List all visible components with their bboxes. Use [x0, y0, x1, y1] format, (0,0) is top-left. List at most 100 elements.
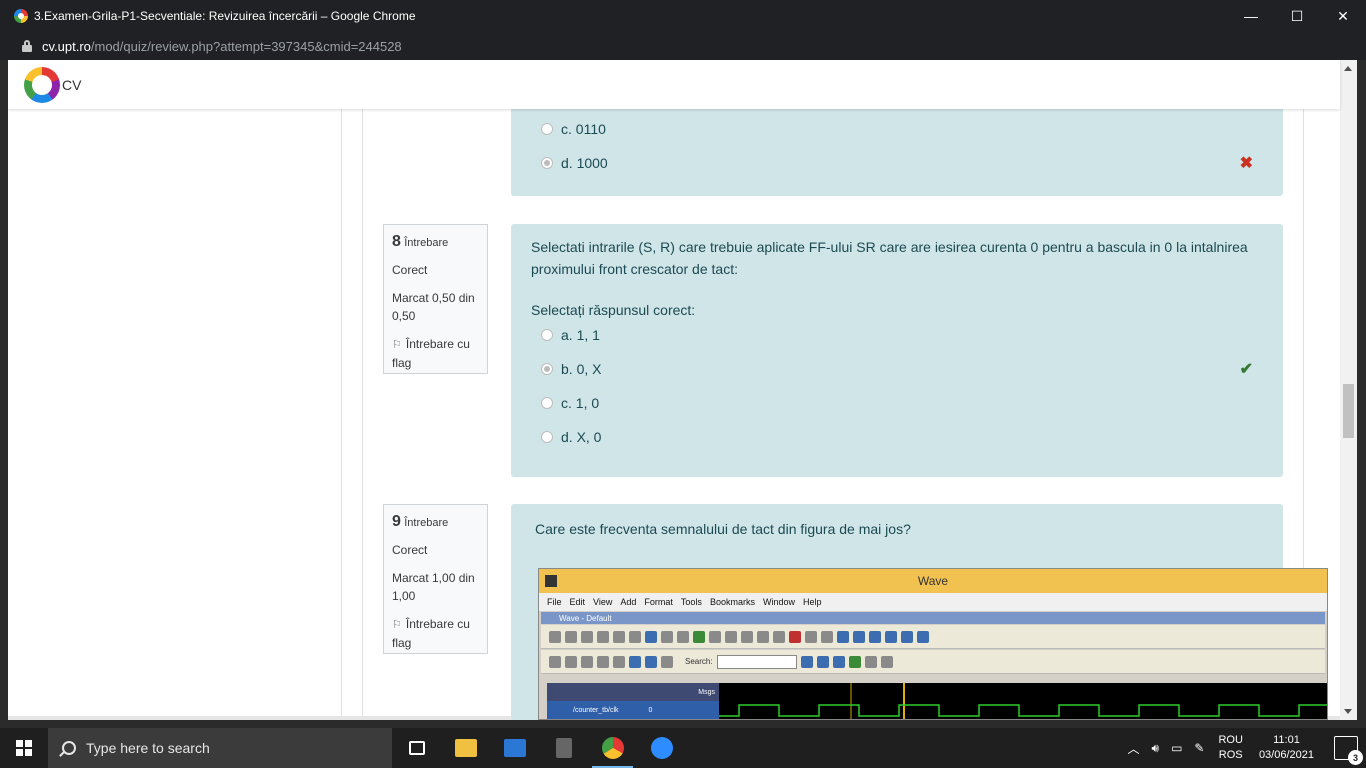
taskbar-search[interactable]: Type here to search: [48, 728, 392, 768]
mail-icon: [503, 739, 526, 757]
task-view-button[interactable]: [392, 728, 441, 768]
question-state: Corect: [392, 543, 428, 557]
toolbar-icon: [805, 630, 817, 643]
correct-icon: ✔: [1239, 361, 1253, 378]
file-explorer-button[interactable]: [441, 728, 490, 768]
toolbar-icon: [725, 630, 737, 643]
window-controls: — ☐ ✕: [1228, 0, 1366, 32]
zoom-button[interactable]: [637, 728, 686, 768]
question-number: 8: [392, 233, 401, 250]
calculator-icon: [555, 738, 572, 758]
answer-option[interactable]: b. 0, X ✔: [531, 352, 1263, 386]
radio-button-selected[interactable]: [541, 363, 553, 375]
cv-logo-icon[interactable]: [24, 66, 60, 103]
wave-menu-item: View: [593, 597, 613, 607]
toolbar-icon: [629, 630, 641, 643]
notification-center-icon[interactable]: 3: [1334, 736, 1363, 765]
question-7-content: c. 0110 d. 1000 ✖: [511, 106, 1283, 196]
question-grade: Marcat 1,00 din 1,00: [392, 571, 475, 603]
flag-question-link[interactable]: ⚐ Întrebare cu flag: [392, 615, 479, 652]
answer-option[interactable]: d. 1000 ✖: [531, 146, 1263, 180]
flag-icon[interactable]: ⚐: [392, 336, 402, 354]
lock-icon[interactable]: [22, 40, 32, 52]
question-number: 9: [392, 513, 401, 530]
start-button[interactable]: [0, 728, 48, 768]
radio-button[interactable]: [541, 123, 553, 135]
toolbar-icon: [645, 655, 657, 668]
radio-button[interactable]: [541, 329, 553, 341]
wave-title-bar: Wave: [539, 569, 1327, 593]
toolbar-icon: [565, 630, 577, 643]
scroll-thumb[interactable]: [1343, 384, 1354, 438]
wave-inner-title: Wave - Default: [541, 612, 1325, 624]
site-logo-text[interactable]: CV: [62, 77, 81, 93]
clock[interactable]: 11:01 03/06/2021: [1259, 733, 1314, 763]
radio-button[interactable]: [541, 397, 553, 409]
close-button[interactable]: ✕: [1320, 0, 1366, 32]
calculator-button[interactable]: [539, 728, 588, 768]
mail-button[interactable]: [490, 728, 539, 768]
wave-menu-item: Help: [802, 597, 822, 607]
left-column-divider: [341, 109, 342, 720]
page-scrollbar[interactable]: [1340, 60, 1357, 720]
option-label: d. 1000: [561, 155, 608, 171]
folder-icon: [454, 739, 477, 757]
toolbar-icon: [597, 655, 609, 668]
windows-taskbar: Type here to search ︿ 🔊︎ ▭ ✎ ROU ROS 11:…: [0, 728, 1366, 768]
flag-label[interactable]: Întrebare cu flag: [392, 617, 470, 650]
volume-icon[interactable]: 🔊︎: [1152, 741, 1160, 756]
pen-icon[interactable]: ✎: [1194, 741, 1204, 755]
toolbar-icon: [645, 630, 657, 643]
clock-waveform: [719, 683, 1327, 719]
address-bar[interactable]: cv.upt.ro/mod/quiz/review.php?attempt=39…: [0, 32, 1366, 60]
flag-question-link[interactable]: ⚐ Întrebare cu flag: [392, 335, 479, 372]
main-column-border-left: [362, 109, 363, 720]
toolbar-icon: [613, 655, 625, 668]
battery-icon[interactable]: ▭: [1171, 741, 1182, 755]
toolbar-icon: [800, 655, 813, 668]
answer-option[interactable]: c. 1, 0: [531, 386, 1263, 420]
chevron-up-icon[interactable]: ︿: [1128, 740, 1140, 757]
flag-icon[interactable]: ⚐: [392, 616, 402, 634]
toolbar-icon: [821, 630, 833, 643]
language-top: ROU: [1218, 734, 1243, 746]
url-text[interactable]: cv.upt.ro/mod/quiz/review.php?attempt=39…: [42, 39, 402, 54]
chrome-icon: [601, 737, 624, 759]
wave-search-label: Search:: [685, 657, 713, 666]
wave-menu-item: Edit: [569, 597, 586, 607]
radio-button-selected[interactable]: [541, 157, 553, 169]
scroll-up-icon[interactable]: [1344, 66, 1352, 71]
task-view-icon: [408, 741, 425, 755]
toolbar-icon: [773, 630, 785, 643]
minimize-button[interactable]: —: [1228, 0, 1274, 32]
question-grade: Marcat 0,50 din 0,50: [392, 291, 475, 323]
question-8-info: 8 Întrebare Corect Marcat 0,50 din 0,50 …: [383, 224, 488, 374]
clock-signal-trace: [719, 704, 1327, 717]
answer-option[interactable]: c. 0110: [531, 112, 1263, 146]
wave-menu-bar: File Edit View Add Format Tools Bookmark…: [539, 593, 1327, 611]
wave-toolbar-2: Search:: [541, 650, 1325, 674]
question-text: Care este frecventa semnalului de tact d…: [535, 521, 911, 537]
toolbar-icon: [880, 655, 893, 668]
toolbar-icon: [816, 655, 829, 668]
answer-option[interactable]: a. 1, 1: [531, 318, 1263, 352]
toolbar-icon: [549, 655, 561, 668]
answer-option[interactable]: d. X, 0: [531, 420, 1263, 454]
question-9-info: 9 Întrebare Corect Marcat 1,00 din 1,00 …: [383, 504, 488, 654]
wave-toolbar-1: [541, 625, 1325, 649]
option-label: b. 0, X: [561, 361, 602, 377]
browser-title-bar: 3.Examen-Grila-P1-Secventiale: Revizuire…: [0, 0, 1366, 32]
flag-label[interactable]: Întrebare cu flag: [392, 337, 470, 370]
maximize-button[interactable]: ☐: [1274, 0, 1320, 32]
chrome-button[interactable]: [588, 728, 637, 768]
toolbar-icon: [549, 630, 561, 643]
toolbar-icon: [565, 655, 577, 668]
url-path: /mod/quiz/review.php?attempt=397345&cmid…: [90, 38, 402, 54]
language-indicator[interactable]: ROU ROS: [1218, 733, 1242, 763]
scroll-down-icon[interactable]: [1344, 709, 1352, 714]
question-text: Selectati intrarile (S, R) care trebuie …: [531, 239, 1248, 277]
toolbar-icon: [581, 630, 593, 643]
wave-menu-item: Format: [644, 597, 673, 607]
incorrect-icon: ✖: [1239, 155, 1253, 172]
radio-button[interactable]: [541, 431, 553, 443]
